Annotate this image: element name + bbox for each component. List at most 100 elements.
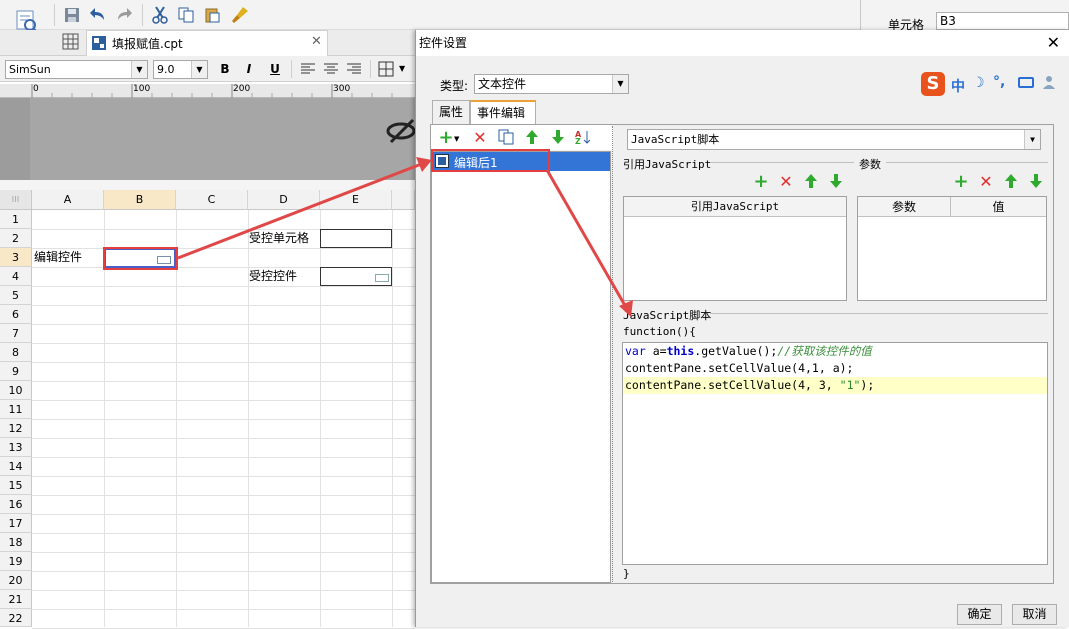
column-header[interactable]: D	[248, 190, 320, 210]
row-header[interactable]: 3	[0, 248, 32, 267]
tab-event-edit[interactable]: 事件编辑	[470, 100, 536, 125]
italic-button[interactable]: I	[240, 60, 258, 78]
divider	[886, 162, 1048, 163]
ok-button[interactable]: 确定	[957, 604, 1002, 625]
splitter-handle[interactable]	[612, 126, 616, 582]
delete-icon[interactable]: ✕	[778, 172, 794, 191]
row-header[interactable]: 9	[0, 362, 32, 381]
chevron-down-icon[interactable]: ▼	[454, 135, 459, 143]
save-icon[interactable]	[62, 5, 82, 25]
grid-icon[interactable]	[62, 33, 80, 51]
code-line-3[interactable]: contentPane.setCellValue(4, 3, "1");	[623, 377, 1047, 394]
code-text: );	[860, 378, 875, 392]
row-header[interactable]: 5	[0, 286, 32, 305]
row-header[interactable]: 11	[0, 400, 32, 419]
cell-d2[interactable]: 受控单元格	[249, 229, 309, 248]
redo-icon[interactable]	[114, 5, 134, 25]
add-icon[interactable]: +	[438, 127, 454, 148]
row-header[interactable]: 13	[0, 438, 32, 457]
arrow-up-icon[interactable]	[524, 129, 540, 145]
column-header[interactable]: B	[104, 190, 176, 210]
code-line-2[interactable]: contentPane.setCellValue(4,1, a);	[623, 360, 1047, 377]
cell-e2-box[interactable]	[320, 229, 392, 248]
row-header[interactable]: 21	[0, 590, 32, 609]
column-header[interactable]: E	[320, 190, 392, 210]
column-header[interactable]: A	[32, 190, 104, 210]
arrow-up-icon[interactable]	[803, 173, 819, 189]
row-header[interactable]: 22	[0, 609, 32, 627]
copy-icon[interactable]	[498, 129, 514, 145]
paste-icon[interactable]	[202, 5, 222, 25]
code-text: .getValue();	[694, 344, 778, 358]
user-icon[interactable]	[1042, 74, 1058, 90]
ime-chinese-mode[interactable]: 中	[951, 76, 965, 96]
close-icon[interactable]: ✕	[1047, 30, 1060, 56]
row-header[interactable]: 1	[0, 210, 32, 229]
select-all-corner[interactable]: ⁝⁝⁝	[0, 190, 32, 210]
align-right-icon[interactable]	[345, 60, 363, 78]
script-type-select[interactable]: JavaScript脚本 ▼	[627, 129, 1041, 150]
arrow-down-icon[interactable]	[1028, 173, 1044, 189]
moon-icon[interactable]: ☽	[972, 75, 985, 91]
delete-icon[interactable]: ✕	[472, 128, 488, 147]
cell-a3[interactable]: 编辑控件	[34, 248, 82, 267]
font-size-select[interactable]: 9.0 ▼	[153, 60, 208, 79]
copy-icon[interactable]	[176, 5, 196, 25]
row-header[interactable]: 14	[0, 457, 32, 476]
row-header[interactable]: 4	[0, 267, 32, 286]
row-header[interactable]: 20	[0, 571, 32, 590]
tab-properties[interactable]: 属性	[432, 100, 470, 124]
type-select[interactable]: 文本控件 ▼	[474, 74, 629, 94]
row-header[interactable]: 12	[0, 419, 32, 438]
add-icon[interactable]: +	[953, 171, 969, 192]
chevron-down-icon[interactable]: ▼	[399, 64, 405, 73]
border-icon[interactable]	[377, 60, 395, 78]
grid-row-line	[32, 305, 415, 306]
align-center-icon[interactable]	[322, 60, 340, 78]
event-list: 编辑后1	[431, 151, 611, 583]
ruler: 0 100 200 300	[0, 84, 415, 98]
bold-button[interactable]: B	[216, 60, 234, 78]
arrow-up-icon[interactable]	[1003, 173, 1019, 189]
row-header[interactable]: 10	[0, 381, 32, 400]
row-header[interactable]: 2	[0, 229, 32, 248]
row-header[interactable]: 7	[0, 324, 32, 343]
cell-e4-widget[interactable]	[320, 267, 392, 286]
arrow-down-icon[interactable]	[550, 129, 566, 145]
underline-button[interactable]: U	[266, 60, 284, 78]
code-line-1[interactable]: var a=this.getValue();//获取该控件的值	[623, 343, 1047, 360]
cell-d4[interactable]: 受控控件	[249, 267, 297, 286]
row-header[interactable]: 16	[0, 495, 32, 514]
spreadsheet-grid[interactable]: ⁝⁝⁝ A B C D E 1 2 3 4 5 6 7 8 9 10 11 12…	[0, 190, 415, 629]
dialog-title-bar: 控件设置 ✕	[416, 30, 1069, 56]
ime-punctuation[interactable]: °,	[993, 74, 1005, 90]
cancel-button[interactable]: 取消	[1012, 604, 1057, 625]
close-icon[interactable]: ✕	[311, 34, 322, 49]
grid-row-line	[32, 590, 415, 591]
sogou-ime-icon[interactable]: S	[921, 72, 945, 96]
grid-row-line	[32, 609, 415, 610]
tab-file[interactable]: 填报赋值.cpt ✕	[86, 30, 328, 56]
font-family-select[interactable]: SimSun ▼	[5, 60, 148, 79]
column-header[interactable]: C	[176, 190, 248, 210]
row-header[interactable]: 6	[0, 305, 32, 324]
row-header[interactable]: 19	[0, 552, 32, 571]
sort-az-icon[interactable]: AZ	[574, 129, 590, 145]
code-text: contentPane.setCellValue(4, 3,	[625, 378, 840, 392]
divider	[710, 162, 854, 163]
add-icon[interactable]: +	[753, 171, 769, 192]
format-painter-icon[interactable]	[230, 5, 250, 25]
align-left-icon[interactable]	[299, 60, 317, 78]
row-header[interactable]: 8	[0, 343, 32, 362]
undo-icon[interactable]	[88, 5, 108, 25]
row-header[interactable]: 17	[0, 514, 32, 533]
grid-row-line	[32, 552, 415, 553]
row-header[interactable]: 15	[0, 476, 32, 495]
keyboard-icon[interactable]	[1018, 77, 1034, 88]
row-header[interactable]: 18	[0, 533, 32, 552]
delete-icon[interactable]: ✕	[978, 172, 994, 191]
cut-icon[interactable]	[150, 5, 170, 25]
cell-address-input[interactable]: B3	[936, 12, 1069, 30]
column-header[interactable]	[392, 190, 415, 210]
arrow-down-icon[interactable]	[828, 173, 844, 189]
